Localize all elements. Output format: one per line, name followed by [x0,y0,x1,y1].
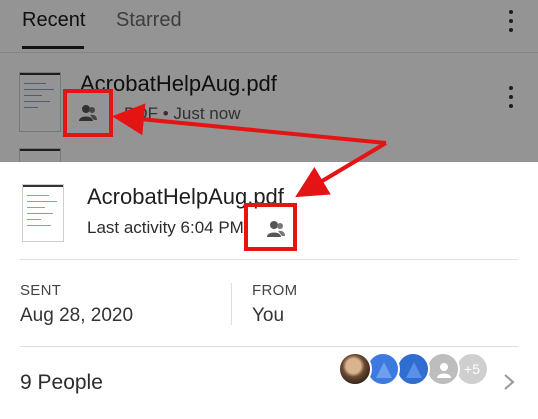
file-thumbnail [22,184,64,242]
divider [20,259,518,260]
last-activity: Last activity 6:04 PM [87,218,244,237]
divider [20,346,518,347]
chevron-right-icon[interactable] [502,372,516,392]
highlight-box [63,89,113,137]
from-value: You [252,305,285,326]
avatar [338,352,372,386]
people-count[interactable]: 9 People [20,371,103,395]
column-divider [231,283,232,325]
avatar [396,352,430,386]
participant-avatars[interactable]: +5 [338,352,489,388]
highlight-box [244,203,297,251]
person-icon [437,363,451,378]
more-people-badge: +5 [455,352,489,386]
sent-date: Aug 28, 2020 [20,305,134,326]
sent-label: SENT [20,282,62,299]
background-file-list: Recent Starred AcrobatHelpAug.pdf PDF • … [0,0,538,162]
file-details-sheet: AcrobatHelpAug.pdf Last activity 6:04 PM… [0,162,538,419]
from-label: FROM [252,282,298,299]
scrim[interactable] [0,0,538,162]
avatar [426,352,460,386]
